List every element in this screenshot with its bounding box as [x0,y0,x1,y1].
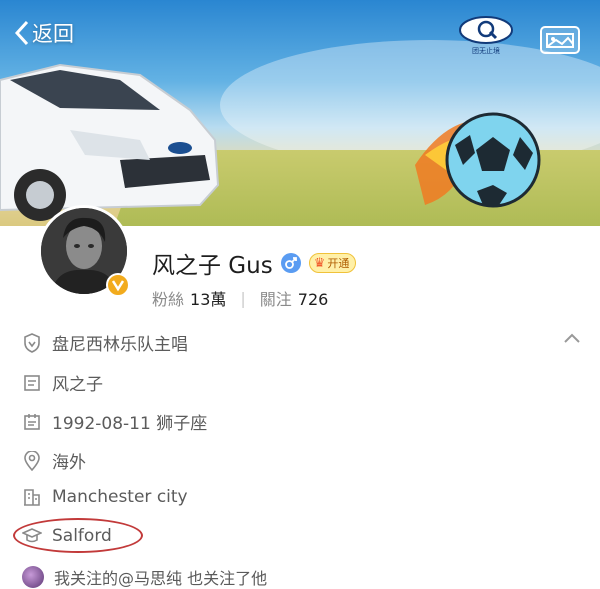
stats-divider: | [240,288,246,308]
avatar[interactable] [38,205,130,297]
company-building-icon [22,487,42,507]
brand-logo: 团无止境 [456,14,516,58]
fans-label: 粉絲 [152,290,185,309]
chevron-left-icon [14,20,29,46]
detail-company: Manchester city [22,487,188,507]
detail-birthday: 1992-08-11 狮子座 [22,409,207,434]
detail-text: Manchester city [52,487,188,507]
back-button[interactable]: 返回 [14,18,74,48]
male-icon [280,253,301,273]
user-name: 风之子 Gus [152,253,273,279]
detail-text: 盘尼西林乐队主唱 [52,335,188,355]
detail-text: 海外 [52,453,86,473]
following-stat[interactable]: 關注 726 [260,286,329,310]
stats-row: 粉絲 13萬 | 關注 726 [152,286,328,310]
car-image [0,63,220,221]
back-label: 返回 [32,22,74,46]
ford-logo-icon [459,16,513,44]
detail-verified: 盘尼西林乐队主唱 [22,330,188,355]
change-cover-button[interactable] [540,26,580,54]
verified-shield-icon [22,332,42,353]
detail-location: 海外 [22,448,86,473]
location-pin-icon [22,450,42,471]
name-row: 风之子 Gus ♛ 开通 [152,246,357,280]
mutual-avatar [22,566,44,588]
detail-text: 1992-08-11 狮子座 [52,414,208,434]
calendar-icon [22,412,42,432]
detail-nickname: 风之子 [22,370,103,395]
vip-label: 开通 [327,257,350,270]
brand-logo-text: 团无止境 [472,47,500,55]
mutual-follow-row[interactable]: 我关注的@马思纯 也关注了他 [22,565,267,589]
image-icon [546,33,574,48]
profile-banner: 返回 团无止境 [0,0,600,232]
crown-icon: ♛ [313,255,326,271]
fans-count: 13萬 [190,290,227,309]
following-count: 726 [297,290,329,309]
detail-text: 风之子 [52,375,103,395]
fans-stat[interactable]: 粉絲 13萬 [152,286,226,310]
following-label: 關注 [259,290,292,309]
verified-v-icon [106,273,130,297]
football-image [415,112,541,208]
chevron-up-icon[interactable] [562,330,582,346]
mutual-follow-text: 我关注的@马思纯 也关注了他 [54,569,268,588]
profile-card-icon [22,373,42,393]
vip-open-badge[interactable]: ♛ 开通 [308,253,357,273]
highlight-annotation-ring [13,518,143,553]
